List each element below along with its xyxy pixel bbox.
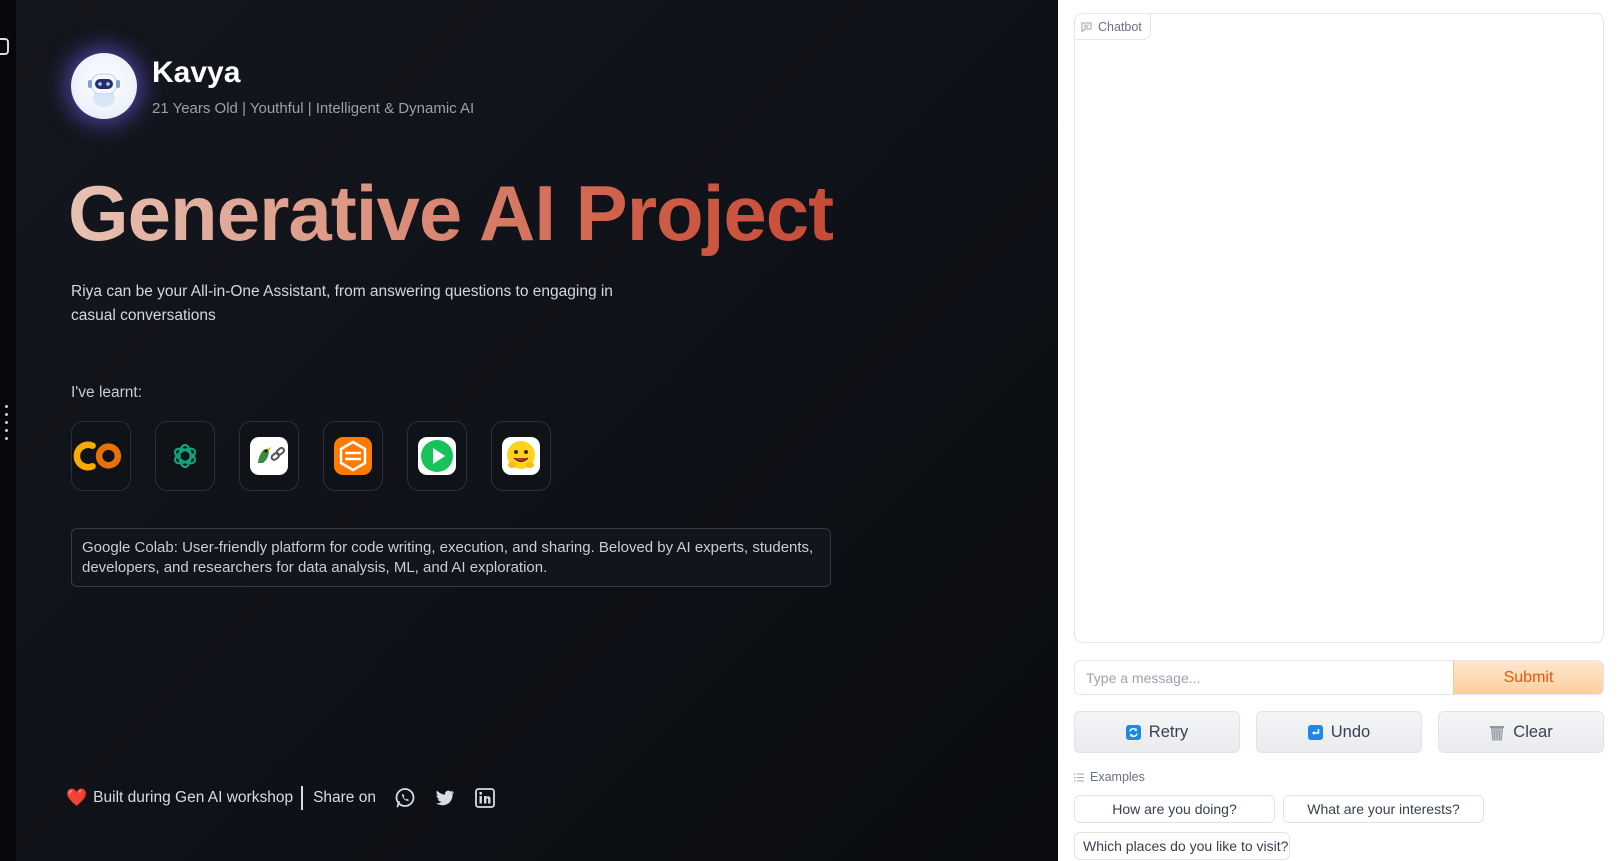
tool-stackblitz[interactable] [323,421,383,491]
tool-hugging-face[interactable] [491,421,551,491]
resize-handle-icon[interactable] [5,405,9,440]
whatsapp-icon[interactable] [394,787,416,809]
tool-google-colab[interactable] [71,421,131,491]
list-icon [1074,773,1084,781]
project-description: Riya can be your All-in-One Assistant, f… [71,283,613,324]
chat-actions: Retry Undo Clear [1074,711,1604,753]
stackblitz-icon [334,437,372,475]
built-text: Built during Gen AI workshop [93,789,294,806]
profile-panel: Kavya 21 Years Old | Youthful | Intellig… [0,0,1058,861]
retry-button[interactable]: Retry [1074,711,1240,753]
langchain-icon [250,437,288,475]
avatar [71,53,137,119]
clear-button[interactable]: Clear [1438,711,1604,753]
examples-label-text: Examples [1090,770,1145,784]
twitter-icon[interactable] [434,787,456,809]
examples-list: How are you doing? What are your interes… [1074,795,1604,860]
sidebar-toggle-icon[interactable] [0,38,9,55]
message-input-row: Submit [1074,660,1604,695]
share-text: Share on [313,789,376,806]
chat-panel: Chatbot Submit Retry [1058,0,1619,861]
google-colab-icon [73,441,122,471]
chatbot-label-text: Chatbot [1098,19,1142,34]
profile-tagline: 21 Years Old | Youthful | Intelligent & … [152,100,475,117]
tool-description: Google Colab: User-friendly platform for… [71,528,831,587]
clear-label: Clear [1513,722,1553,741]
undo-label: Undo [1330,722,1371,741]
openai-icon [173,443,197,469]
retry-icon [1125,724,1141,740]
profile-name: Kavya [152,56,241,89]
footer: ❤️ Built during Gen AI workshop Share on [66,786,496,810]
undo-button[interactable]: Undo [1256,711,1422,753]
linkedin-icon[interactable] [474,787,496,809]
chatbot-window[interactable]: Chatbot [1074,13,1604,643]
undo-icon [1307,724,1323,740]
example-button[interactable]: Which places do you like to visit? [1074,832,1290,860]
heart-icon: ❤️ [66,788,88,807]
example-button[interactable]: What are your interests? [1283,795,1484,823]
tool-langchain[interactable] [239,421,299,491]
tool-openai[interactable] [155,421,215,491]
submit-button[interactable]: Submit [1453,661,1603,694]
tool-play[interactable] [407,421,467,491]
retry-label: Retry [1148,722,1189,741]
examples-label: Examples [1074,770,1145,784]
page-title: Generative AI Project [68,169,834,257]
robot-icon [88,73,120,107]
play-icon [418,437,456,475]
trash-icon [1490,725,1505,740]
example-button[interactable]: How are you doing? [1074,795,1275,823]
hugging-face-icon [502,437,540,475]
footer-divider [301,786,304,810]
tools-list [71,421,551,491]
chatbot-label: Chatbot [1075,14,1151,40]
chat-bubble-icon [1081,22,1092,32]
message-input[interactable] [1075,661,1453,694]
skills-label: I've learnt: [71,384,143,401]
